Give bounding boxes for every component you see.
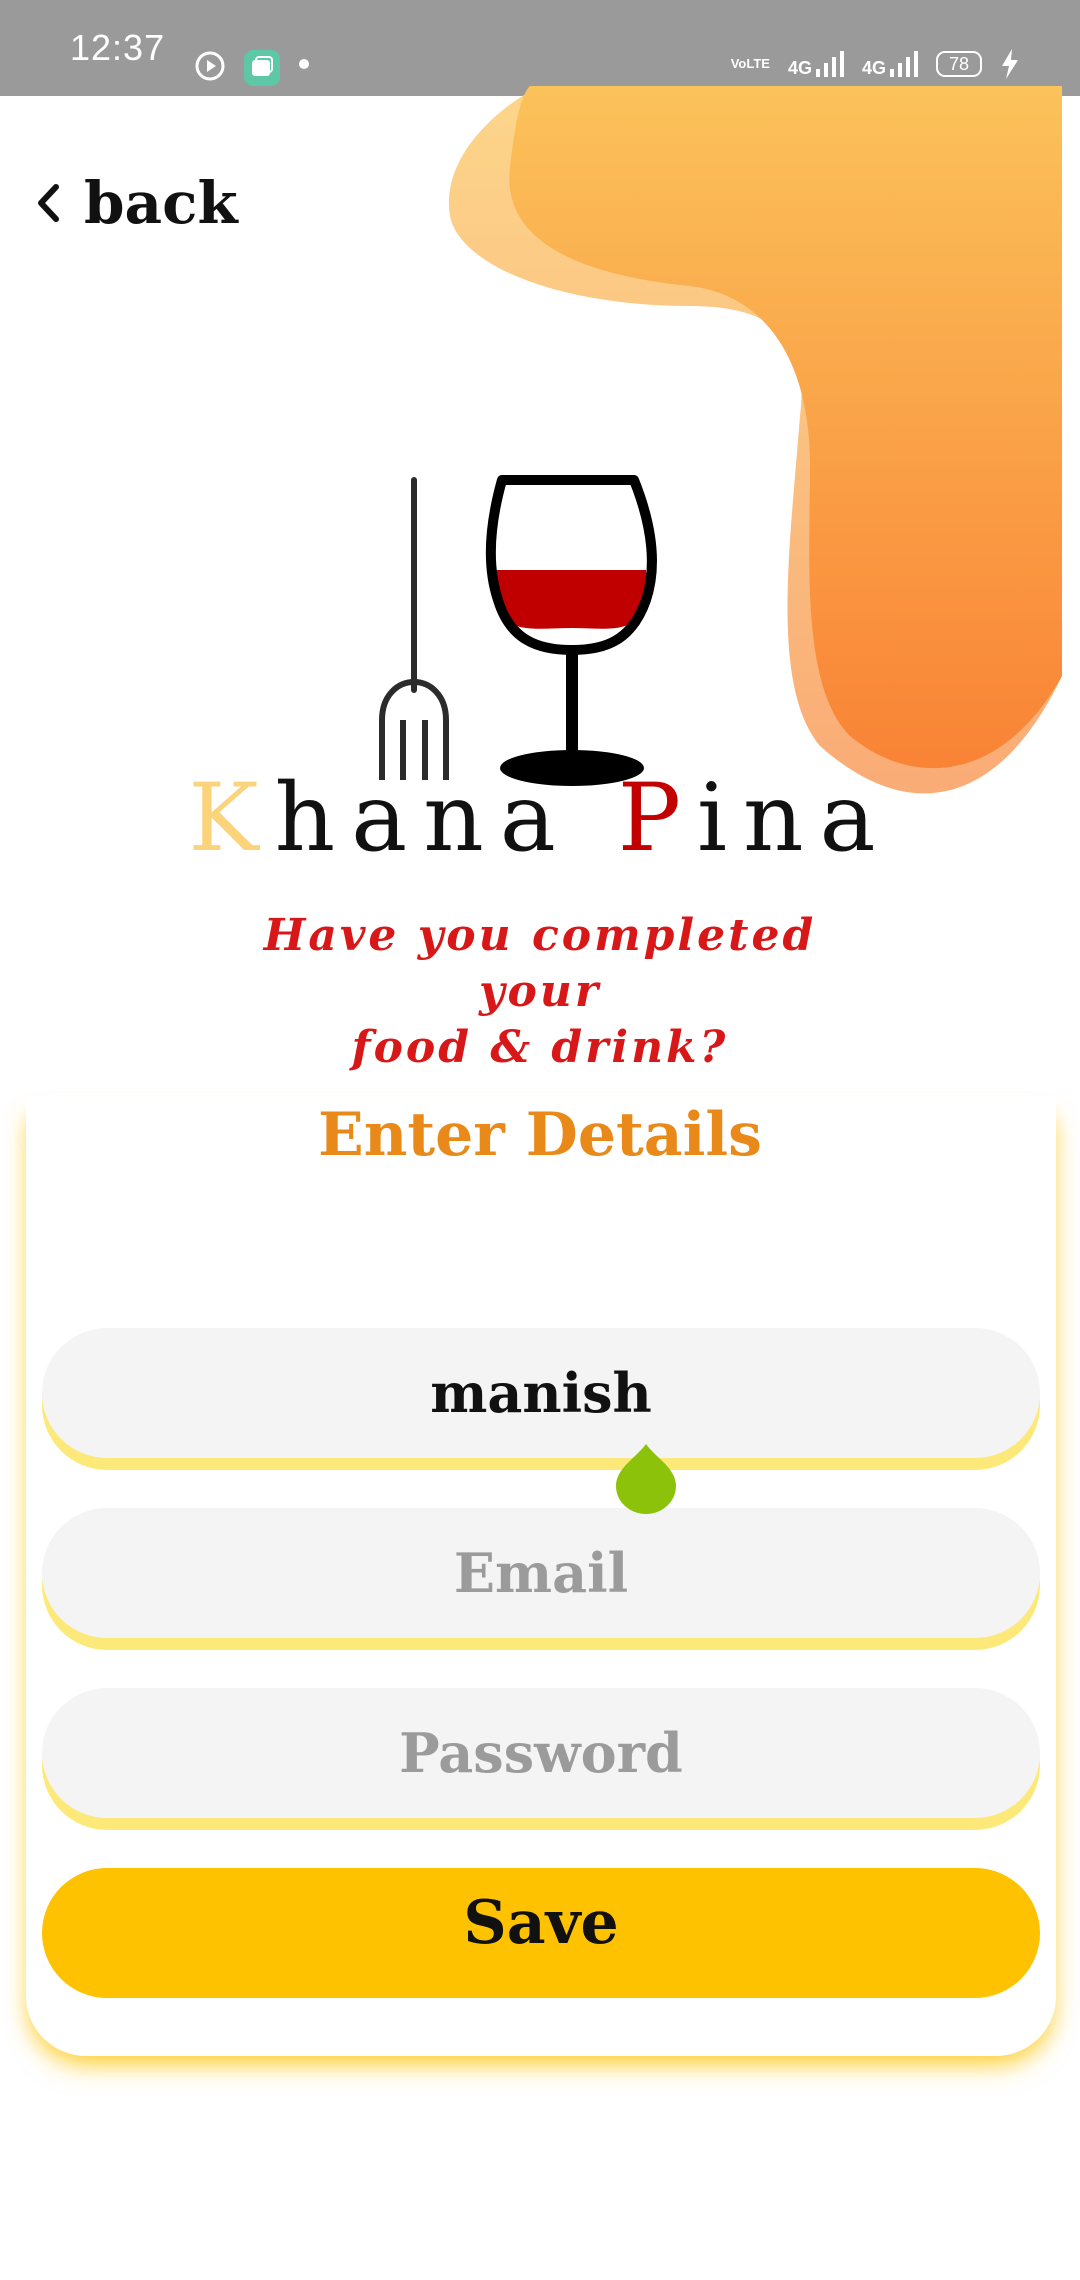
signal-bars-icon (890, 51, 918, 77)
brand-name: Khana Pina (0, 764, 1080, 873)
volte-indicator: VoLTE (730, 56, 770, 71)
app-notification-icon (244, 50, 280, 86)
back-button[interactable]: back (36, 168, 238, 238)
signal-sim2: 4G (862, 51, 918, 77)
brand-letter-p: P (617, 764, 697, 873)
status-icons: VoLTE 4G 4G 78 (731, 44, 1020, 84)
fork-and-wine-glass-logo (379, 475, 657, 786)
email-field[interactable]: Email (42, 1508, 1040, 1638)
media-icon (195, 51, 225, 81)
signal-bars-icon (815, 51, 844, 77)
status-bar: 12:37 VoLTE 4G 4G 78 (0, 0, 1080, 96)
text-cursor-handle-icon[interactable] (616, 1444, 676, 1516)
brand-text-1: hana (274, 764, 618, 873)
tagline: Have you completed your food & drink? (200, 908, 880, 1076)
signal-sim1: 4G (788, 51, 844, 77)
form-title: Enter Details (318, 1100, 762, 1170)
name-field[interactable]: manish (42, 1328, 1040, 1458)
status-time: 12:37 (70, 27, 166, 68)
brand-letter-k: K (188, 764, 275, 873)
brand-text-2: ina (696, 764, 892, 873)
tagline-line-1: Have you completed your (263, 910, 817, 1017)
charging-bolt-icon (1002, 49, 1018, 79)
battery-indicator: 78 (936, 51, 982, 77)
back-label: back (84, 169, 238, 237)
more-notifications-dot-icon (299, 59, 309, 69)
tagline-line-2: food & drink? (351, 1022, 729, 1073)
password-field[interactable]: Password (42, 1688, 1040, 1818)
chevron-left-icon (38, 184, 59, 222)
save-button[interactable]: Save (42, 1868, 1040, 1998)
